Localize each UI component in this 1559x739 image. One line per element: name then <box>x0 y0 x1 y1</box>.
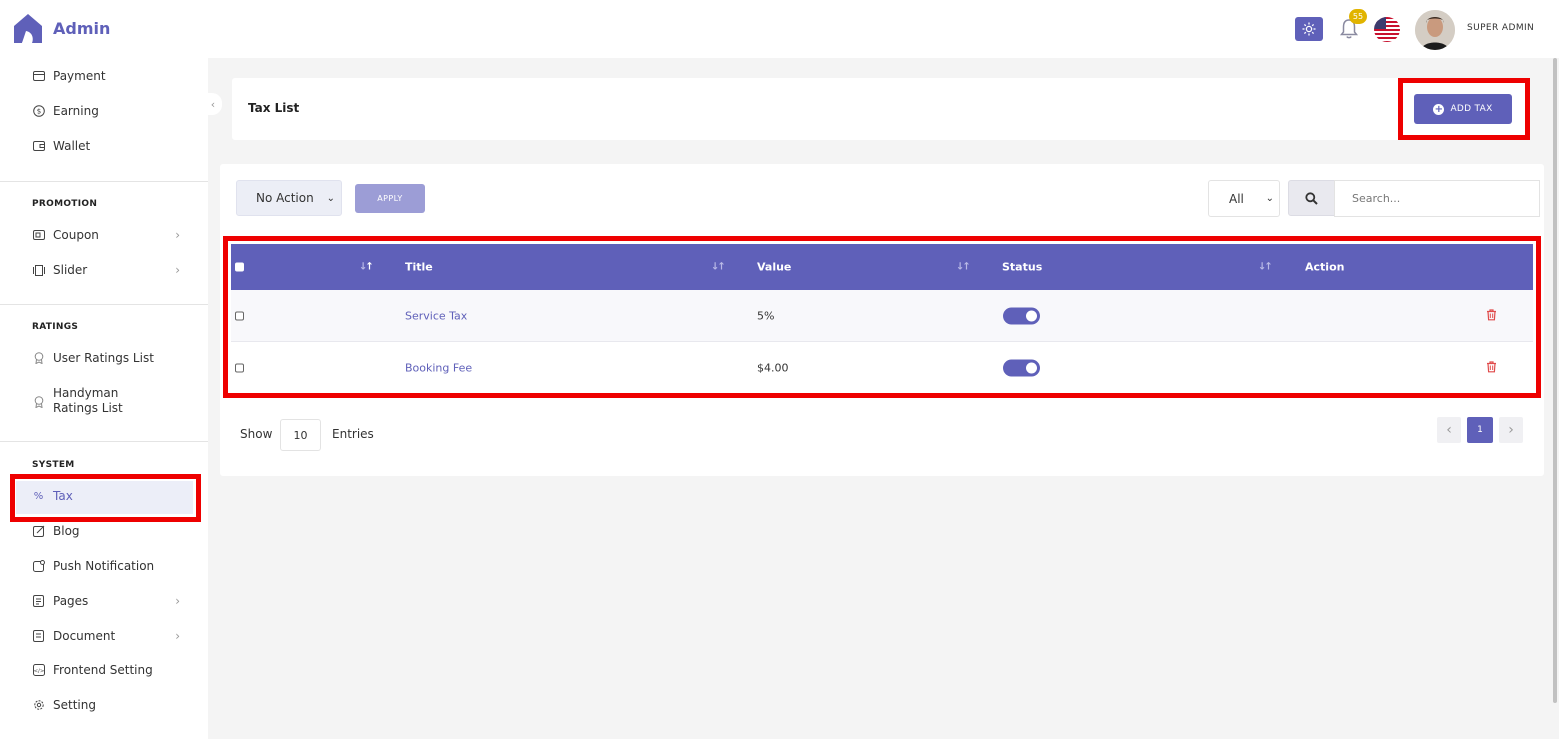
brand[interactable]: Admin <box>12 12 110 45</box>
search-icon <box>1305 191 1318 205</box>
chevron-down-icon: ⌄ <box>326 192 335 204</box>
bulk-action-value: No Action <box>256 191 314 205</box>
badge-icon <box>32 352 45 365</box>
search-input[interactable] <box>1334 180 1540 217</box>
previous-page-button[interactable]: ‹ <box>1437 417 1461 443</box>
section-title-system: SYSTEM <box>32 460 75 470</box>
title-card: Tax List <box>232 78 1528 140</box>
chevron-right-icon: › <box>175 629 180 643</box>
dollar-circle-icon: $ <box>32 105 45 118</box>
sidebar-item-label: Push Notification <box>53 559 155 573</box>
sidebar-item-payment[interactable]: Payment <box>32 69 182 83</box>
edit-icon <box>32 525 45 538</box>
chevron-down-icon: ⌄ <box>1265 193 1274 204</box>
sidebar-item-label: Earning <box>53 104 99 118</box>
chevron-right-icon: › <box>175 228 180 242</box>
highlight-box-tax-nav <box>10 474 201 522</box>
chevron-right-icon: › <box>175 263 180 277</box>
sidebar-item-push-notification[interactable]: Push Notification <box>32 559 182 573</box>
divider <box>0 181 208 182</box>
sidebar-item-label: Handyman Ratings List <box>53 386 123 415</box>
document-icon <box>32 630 45 643</box>
page-button-current[interactable]: 1 <box>1467 417 1493 443</box>
section-title-promotion: PROMOTION <box>32 199 98 209</box>
ticket-icon <box>32 229 45 242</box>
avatar[interactable] <box>1415 10 1455 50</box>
code-icon: </> <box>32 664 45 677</box>
logo-icon <box>14 14 42 43</box>
sidebar-item-setting[interactable]: Setting <box>32 698 182 712</box>
theme-toggle-button[interactable] <box>1295 17 1323 41</box>
highlight-box-table <box>223 236 1541 398</box>
sidebar-item-label: Frontend Setting <box>53 663 153 677</box>
sidebar-item-label: Payment <box>53 69 106 83</box>
next-page-button[interactable]: › <box>1499 417 1523 443</box>
sidebar-item-earning[interactable]: $ Earning <box>32 104 182 118</box>
chevron-right-icon: › <box>175 594 180 608</box>
svg-text:</>: </> <box>33 668 44 674</box>
sidebar-collapse-button[interactable]: ‹ <box>204 93 222 115</box>
divider <box>0 304 208 305</box>
notification-icon <box>32 560 45 573</box>
sidebar-item-label: Setting <box>53 698 96 712</box>
entries-label: Entries <box>332 427 374 441</box>
svg-text:$: $ <box>36 108 40 116</box>
sidebar-item-pages[interactable]: Pages › <box>32 594 182 608</box>
slider-icon <box>32 264 45 277</box>
user-name[interactable]: SUPER ADMIN <box>1467 23 1534 33</box>
sidebar-item-label: Slider <box>53 263 88 277</box>
bulk-action-select[interactable]: No Action ⌄ <box>236 180 342 216</box>
us-flag-icon[interactable] <box>1374 17 1400 42</box>
badge-icon <box>32 395 45 408</box>
section-title-ratings: RATINGS <box>32 322 79 332</box>
notification-count-badge: 55 <box>1349 9 1367 24</box>
highlight-box-add-tax <box>1398 78 1530 140</box>
sidebar-item-frontend-setting[interactable]: </> Frontend Setting <box>32 663 182 677</box>
chevron-left-icon: ‹ <box>210 97 216 111</box>
status-filter-value: All <box>1229 191 1244 206</box>
sidebar-item-label: Coupon <box>53 228 99 242</box>
sidebar-item-wallet[interactable]: Wallet <box>32 139 182 153</box>
sidebar-item-label: Document <box>53 629 116 643</box>
credit-card-icon <box>32 70 45 83</box>
divider <box>0 441 208 442</box>
sidebar-item-slider[interactable]: Slider › <box>32 263 182 277</box>
scrollbar[interactable] <box>1553 58 1557 703</box>
sidebar-item-blog[interactable]: Blog <box>32 524 182 538</box>
sidebar-item-label: Blog <box>53 524 80 538</box>
show-label: Show <box>240 427 273 441</box>
chevron-left-icon: ‹ <box>1446 422 1452 438</box>
brand-name: Admin <box>53 19 111 38</box>
sidebar-item-label: User Ratings List <box>53 351 154 365</box>
pages-icon <box>32 595 45 608</box>
wallet-icon <box>32 140 45 153</box>
sidebar: Admin ‹ Payment $ Earning Wallet PROMOTI… <box>0 0 222 739</box>
sidebar-item-coupon[interactable]: Coupon › <box>32 228 182 242</box>
apply-button[interactable]: APPLY <box>355 184 425 213</box>
sun-icon <box>1302 22 1316 36</box>
sidebar-item-document[interactable]: Document › <box>32 629 182 643</box>
sidebar-item-user-ratings[interactable]: User Ratings List <box>32 351 182 365</box>
sidebar-item-handyman-ratings[interactable]: Handyman Ratings List <box>32 386 182 416</box>
sidebar-item-label: Pages <box>53 594 89 608</box>
gear-icon <box>32 699 45 712</box>
page-title: Tax List <box>248 101 300 115</box>
sidebar-item-label: Wallet <box>53 139 91 153</box>
status-filter-select[interactable]: All ⌄ <box>1208 180 1280 217</box>
search-button[interactable] <box>1288 180 1335 216</box>
page-size-select[interactable]: 10 <box>280 419 321 451</box>
chevron-right-icon: › <box>1508 422 1514 438</box>
